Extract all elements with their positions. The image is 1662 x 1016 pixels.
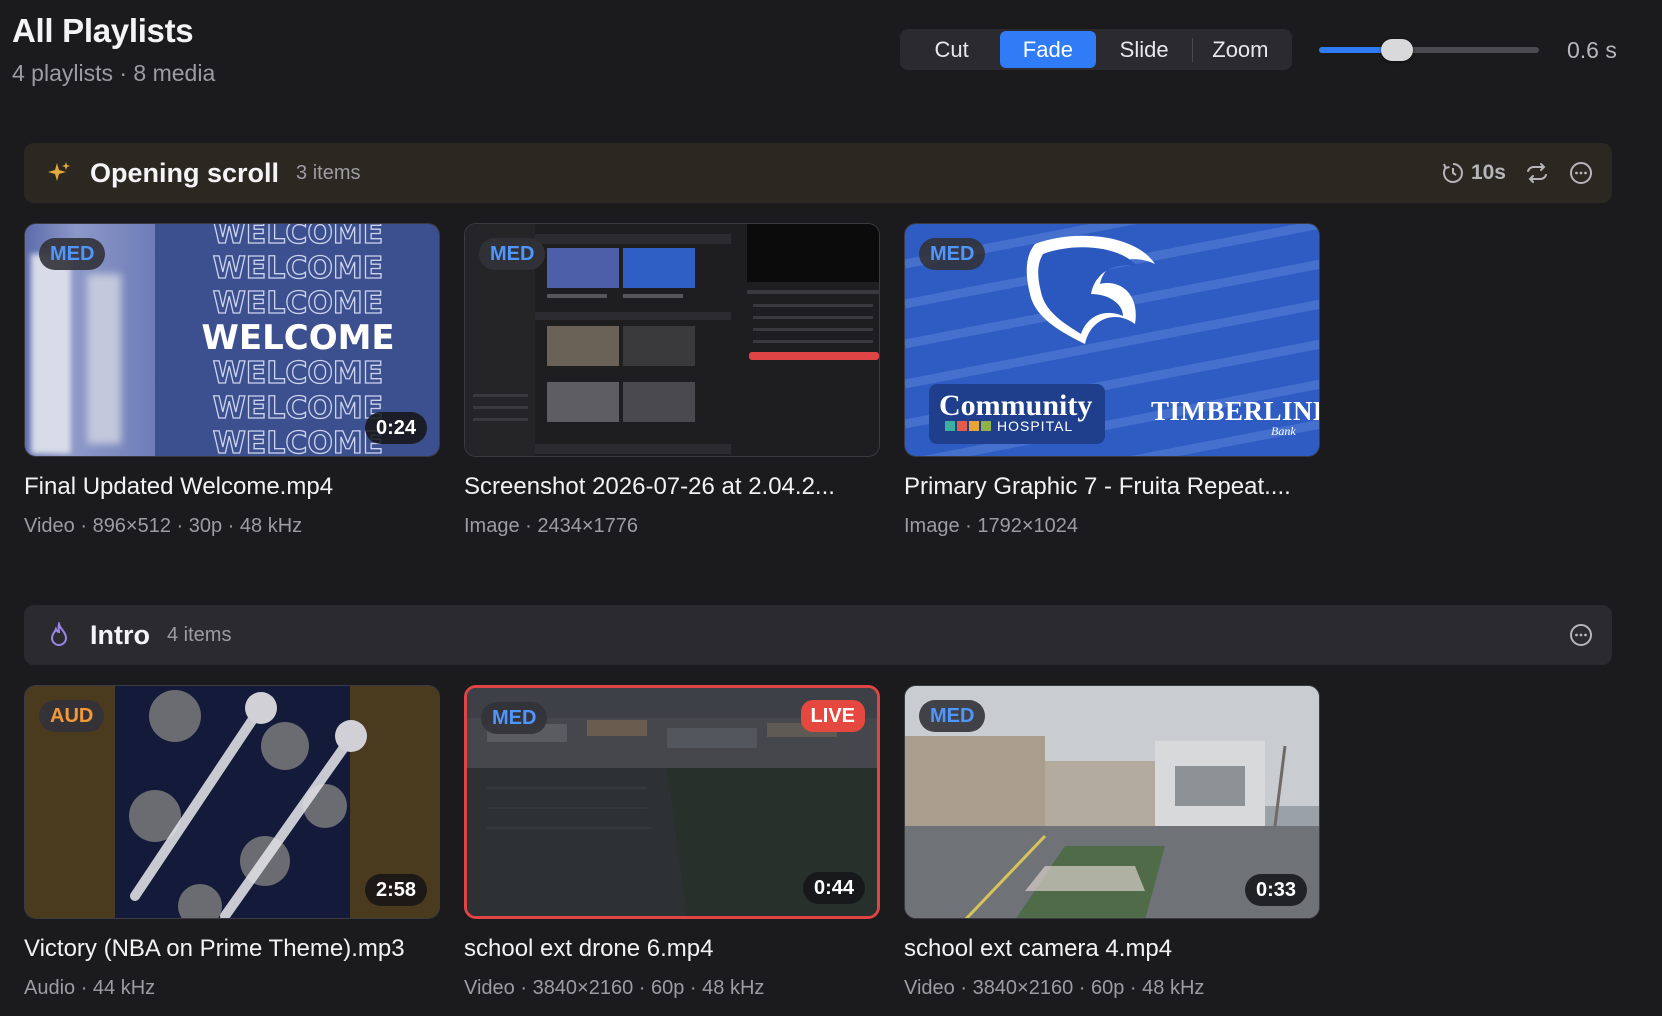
sponsor-logo-timberline: TIMBERLINE xyxy=(1151,396,1320,426)
media-thumbnail[interactable]: Community HOSPITAL TIMBERLINE Bank MED xyxy=(904,223,1320,457)
playlist-header-opening-scroll[interactable]: Opening scroll 3 items 10s xyxy=(24,143,1612,203)
media-title: Victory (NBA on Prime Theme).mp3 xyxy=(24,935,405,962)
media-type-badge: MED xyxy=(919,238,986,270)
media-card[interactable]: Community HOSPITAL TIMBERLINE Bank MED P… xyxy=(904,223,1320,538)
duration-badge: 2:58 xyxy=(364,874,427,906)
media-title: Primary Graphic 7 - Fruita Repeat.... xyxy=(904,473,1291,500)
media-title: Screenshot 2026-07-26 at 2.04.2... xyxy=(464,473,835,500)
transition-duration-slider[interactable] xyxy=(1319,39,1539,61)
transition-cut-button[interactable]: Cut xyxy=(904,31,999,68)
transition-segmented-control: Cut Fade Slide Zoom xyxy=(900,29,1292,70)
media-type-badge: MED xyxy=(479,238,546,270)
media-type-badge: MED xyxy=(481,702,548,734)
media-type-badge: AUD xyxy=(39,700,105,732)
welcome-text-line: WELCOME xyxy=(212,355,384,391)
sparkle-icon xyxy=(44,158,74,188)
sponsor-logo-hospital: HOSPITAL xyxy=(997,418,1074,434)
sponsor-logo-bank: Bank xyxy=(1271,424,1296,438)
welcome-text-line: WELCOME xyxy=(201,318,395,358)
media-title: Final Updated Welcome.mp4 xyxy=(24,473,334,500)
media-card[interactable]: AUD 2:58 Victory (NBA on Prime Theme).mp… xyxy=(24,685,440,1000)
welcome-text-line: WELCOME xyxy=(212,223,384,252)
transition-slide-button[interactable]: Slide xyxy=(1097,31,1192,68)
playlist-item-count: 3 items xyxy=(296,161,361,184)
media-title: school ext camera 4.mp4 xyxy=(904,935,1173,962)
live-badge: LIVE xyxy=(800,700,865,732)
page-header: All Playlists 4 playlists · 8 media xyxy=(12,12,215,87)
media-card[interactable]: MED Screenshot 2026-07-26 at 2.04.2... I… xyxy=(464,223,880,538)
welcome-text-line: WELCOME xyxy=(212,250,384,286)
duration-badge: 0:33 xyxy=(1244,874,1307,906)
playlist-title: Opening scroll xyxy=(90,157,280,188)
transition-zoom-button[interactable]: Zoom xyxy=(1193,31,1288,68)
sponsor-logo-blocks xyxy=(945,421,991,431)
media-meta: Video · 896×512 · 30p · 48 kHz xyxy=(24,515,303,537)
media-meta: Video · 3840×2160 · 60p · 48 kHz xyxy=(464,977,765,999)
transition-fade-button[interactable]: Fade xyxy=(1000,31,1096,68)
timer-icon xyxy=(1441,161,1465,185)
media-thumbnail[interactable]: MED 0:33 xyxy=(904,685,1320,919)
media-title: school ext drone 6.mp4 xyxy=(464,935,714,962)
transition-duration-value: 0.6 s xyxy=(1567,37,1617,63)
flame-icon xyxy=(44,620,74,650)
media-thumbnail[interactable]: AUD 2:58 xyxy=(24,685,440,919)
slider-thumb[interactable] xyxy=(1381,39,1414,61)
media-thumbnail[interactable]: MED LIVE 0:44 xyxy=(464,685,880,919)
playlist-title: Intro xyxy=(90,619,150,650)
page-title: All Playlists xyxy=(12,12,194,49)
media-meta: Video · 3840×2160 · 60p · 48 kHz xyxy=(904,977,1205,999)
media-meta: Image · 2434×1776 xyxy=(464,515,639,537)
duration-badge: 0:24 xyxy=(364,412,427,444)
welcome-text-line: WELCOME xyxy=(212,285,384,321)
more-options-icon[interactable] xyxy=(1568,622,1594,648)
media-thumbnail[interactable]: WELCOME WELCOME WELCOME WELCOME WELCOME WELCO… xyxy=(24,223,440,457)
media-card[interactable]: MED LIVE 0:44 school ext drone 6.mp4 Vid… xyxy=(464,685,880,1000)
media-type-badge: MED xyxy=(919,700,986,732)
duration-badge: 0:44 xyxy=(802,872,865,904)
media-card[interactable]: WELCOME WELCOME WELCOME WELCOME WELCOME WELCO… xyxy=(24,223,440,538)
auto-advance-timer[interactable]: 10s xyxy=(1441,161,1506,185)
media-meta: Audio · 44 kHz xyxy=(24,977,156,999)
timer-value: 10s xyxy=(1470,161,1506,184)
page-subtitle: 4 playlists · 8 media xyxy=(12,60,216,86)
media-type-badge: MED xyxy=(39,238,106,270)
playlist-header-intro[interactable]: Intro 4 items xyxy=(24,605,1612,665)
more-options-icon[interactable] xyxy=(1568,160,1594,186)
media-card[interactable]: MED 0:33 school ext camera 4.mp4 Video ·… xyxy=(904,685,1320,1000)
loop-icon[interactable] xyxy=(1524,161,1550,185)
media-meta: Image · 1792×1024 xyxy=(904,515,1079,537)
playlist-item-count: 4 items xyxy=(167,623,232,646)
media-thumbnail[interactable]: MED xyxy=(464,223,880,457)
